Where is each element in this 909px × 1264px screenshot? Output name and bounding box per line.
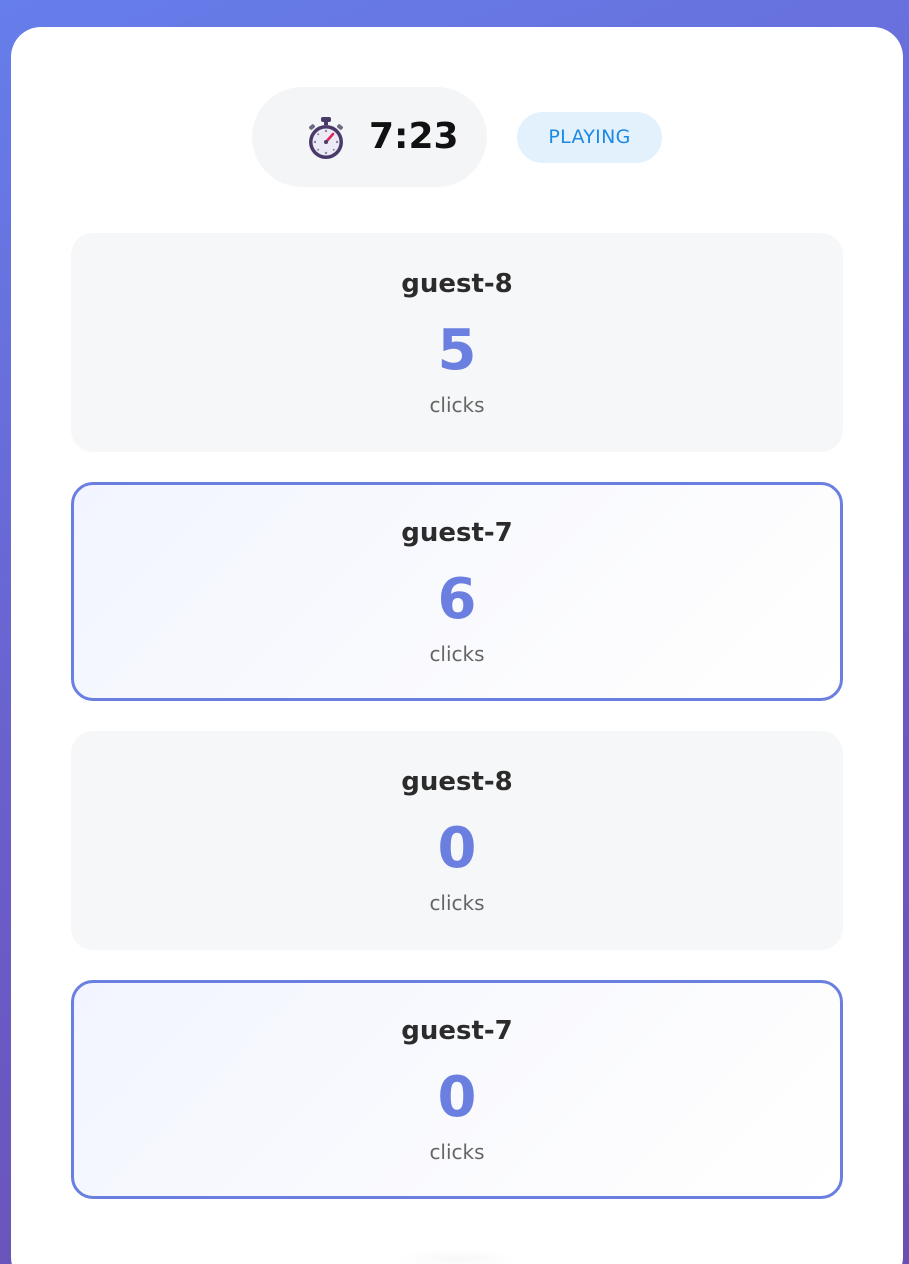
timer-value: 7:23	[369, 116, 459, 157]
player-score-unit: clicks	[429, 642, 485, 666]
status-badge: PLAYING	[517, 112, 662, 163]
bottom-fade	[397, 1249, 517, 1264]
timer-display: 7:23	[252, 87, 487, 187]
player-score: 0	[437, 816, 477, 881]
player-score: 0	[437, 1065, 477, 1130]
player-card: guest-8 0 clicks	[71, 731, 843, 950]
player-score-unit: clicks	[429, 1140, 485, 1164]
player-name: guest-8	[401, 767, 513, 797]
game-header: 7:23 PLAYING	[11, 87, 903, 187]
player-score: 5	[437, 318, 477, 383]
player-name: guest-8	[401, 269, 513, 299]
player-card: guest-8 5 clicks	[71, 233, 843, 452]
player-score-unit: clicks	[429, 393, 485, 417]
stopwatch-icon	[306, 116, 346, 162]
player-card-highlighted: guest-7 6 clicks	[71, 482, 843, 701]
game-card: 7:23 PLAYING guest-8 5 clicks guest-7 6 …	[11, 27, 903, 1264]
player-card-highlighted: guest-7 0 clicks	[71, 980, 843, 1199]
player-score: 6	[437, 567, 477, 632]
player-name: guest-7	[401, 518, 513, 548]
player-score-unit: clicks	[429, 891, 485, 915]
player-name: guest-7	[401, 1016, 513, 1046]
